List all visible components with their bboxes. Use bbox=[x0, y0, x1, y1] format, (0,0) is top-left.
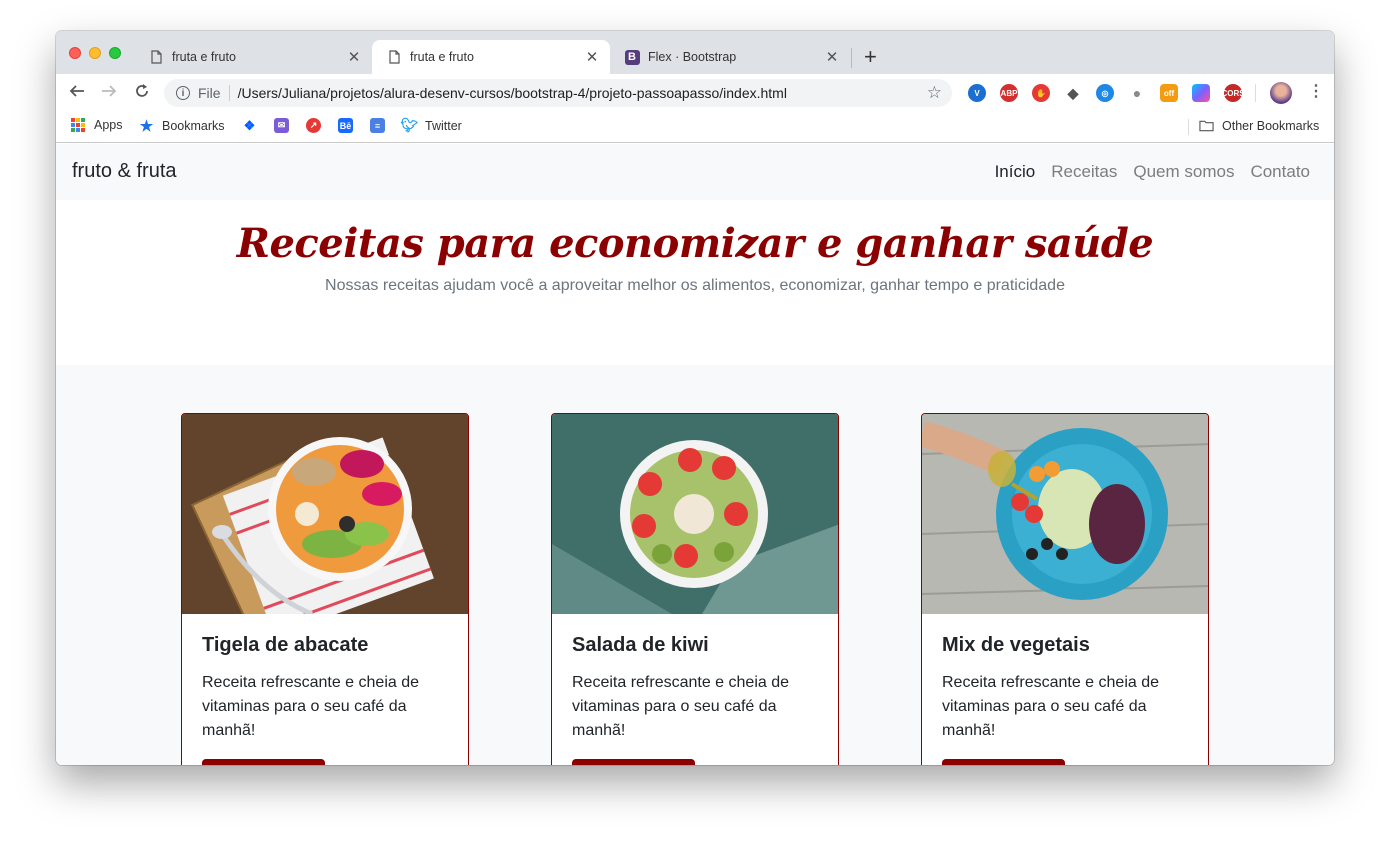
apps-grid-icon bbox=[71, 118, 85, 132]
card-button[interactable] bbox=[202, 759, 325, 765]
bookmark-label: Other Bookmarks bbox=[1222, 118, 1320, 133]
other-bookmarks[interactable]: Other Bookmarks bbox=[1199, 118, 1319, 133]
recipe-card: Tigela de abacate Receita refrescante e … bbox=[181, 413, 469, 765]
recipe-card: Mix de vegetais Receita refrescante e ch… bbox=[921, 413, 1209, 765]
bookmark-label: Twitter bbox=[425, 118, 462, 133]
off-badge-icon[interactable]: off bbox=[1160, 84, 1178, 102]
url-scheme: File bbox=[198, 85, 221, 101]
recipe-card: Salada de kiwi Receita refrescante e che… bbox=[551, 413, 839, 765]
card-title: Salada de kiwi bbox=[572, 634, 709, 656]
bookmarks-bar: Apps ★ Bookmarks ❖ ✉ ↗ Bē ≡ 🐦︎ Twitter O… bbox=[56, 111, 1334, 143]
card-text: Receita refrescante e cheia de vitaminas… bbox=[202, 674, 420, 739]
maximize-window-button[interactable] bbox=[109, 47, 121, 59]
tab-title: fruta e fruto bbox=[172, 50, 236, 64]
kiwi-bowl-photo bbox=[552, 414, 838, 614]
nav-link-quem-somos[interactable]: Quem somos bbox=[1133, 162, 1234, 182]
stop-hand-icon[interactable]: ✋ bbox=[1032, 84, 1050, 102]
url-text[interactable]: /Users/Juliana/projetos/alura-desenv-cur… bbox=[238, 85, 787, 101]
close-tab-icon[interactable]: ✕ bbox=[346, 48, 362, 66]
address-bar[interactable]: i File /Users/Juliana/projetos/alura-des… bbox=[164, 79, 952, 107]
bookmark-chart[interactable]: ↗ bbox=[306, 118, 329, 133]
star-icon: ★ bbox=[139, 117, 154, 135]
gradient-square-icon[interactable] bbox=[1192, 84, 1210, 102]
docs-icon: ≡ bbox=[370, 118, 385, 133]
behance-icon: Bē bbox=[338, 118, 353, 133]
tab-title: Flex · Bootstrap bbox=[648, 50, 737, 64]
bootstrap-icon: B bbox=[624, 49, 640, 65]
close-tab-icon[interactable]: ✕ bbox=[824, 48, 840, 66]
nav-link-receitas[interactable]: Receitas bbox=[1051, 162, 1117, 182]
tab-2[interactable]: fruta e fruto ✕ bbox=[372, 40, 610, 74]
tab-title: fruta e fruto bbox=[410, 50, 474, 64]
mail-icon: ✉ bbox=[274, 118, 289, 133]
close-window-button[interactable] bbox=[69, 47, 81, 59]
document-icon bbox=[148, 49, 164, 65]
speech-bubble-icon[interactable]: ● bbox=[1128, 84, 1146, 102]
folder-icon bbox=[1199, 118, 1214, 133]
bookmark-mail[interactable]: ✉ bbox=[274, 118, 297, 133]
cors-icon[interactable]: CORS bbox=[1221, 84, 1245, 102]
bookmark-twitter[interactable]: 🐦︎ Twitter bbox=[400, 117, 462, 133]
bookmarks-divider bbox=[1188, 119, 1189, 135]
card-text: Receita refrescante e cheia de vitaminas… bbox=[572, 674, 790, 739]
hero-title: Receitas para economizar e ganhar saúde bbox=[236, 220, 1154, 267]
nav-link-contato[interactable]: Contato bbox=[1250, 162, 1310, 182]
extension-blue-icon[interactable]: ◎ bbox=[1096, 84, 1114, 102]
reload-icon[interactable] bbox=[133, 82, 151, 104]
web-page: fruto & fruta Início Receitas Quem somos… bbox=[56, 144, 1334, 765]
new-tab-button[interactable]: + bbox=[864, 45, 877, 69]
site-navbar: fruto & fruta Início Receitas Quem somos… bbox=[56, 144, 1334, 200]
profile-avatar[interactable] bbox=[1270, 82, 1292, 104]
nav-link-inicio[interactable]: Início bbox=[995, 162, 1036, 182]
tab-separator bbox=[851, 48, 852, 68]
url-divider bbox=[228, 85, 230, 101]
tab-strip: fruta e fruto ✕ fruta e fruto ✕ B Flex ·… bbox=[56, 31, 1334, 74]
close-tab-icon[interactable]: ✕ bbox=[584, 48, 600, 66]
card-title: Mix de vegetais bbox=[942, 634, 1090, 656]
tab-3[interactable]: B Flex · Bootstrap ✕ bbox=[610, 40, 850, 74]
back-arrow-icon[interactable] bbox=[68, 82, 86, 104]
bookmark-docs[interactable]: ≡ bbox=[370, 118, 393, 133]
browser-toolbar: i File /Users/Juliana/projetos/alura-des… bbox=[56, 74, 1334, 111]
twitter-icon: 🐦︎ bbox=[400, 117, 419, 133]
chart-icon: ↗ bbox=[306, 118, 321, 133]
hero-section: Receitas para economizar e ganhar saúde … bbox=[56, 200, 1334, 365]
minimize-window-button[interactable] bbox=[89, 47, 101, 59]
bookmark-label: Bookmarks bbox=[162, 118, 225, 133]
site-nav: Início Receitas Quem somos Contato bbox=[995, 162, 1310, 182]
bookmark-bookmarks[interactable]: ★ Bookmarks bbox=[139, 117, 225, 135]
dropbox-icon: ❖ bbox=[243, 117, 256, 133]
browser-window: fruta e fruto ✕ fruta e fruto ✕ B Flex ·… bbox=[56, 31, 1334, 765]
tab-1[interactable]: fruta e fruto ✕ bbox=[134, 40, 372, 74]
bookmark-star-icon[interactable]: ☆ bbox=[927, 83, 942, 103]
hero-subtitle: Nossas receitas ajudam você a aproveitar… bbox=[325, 277, 1065, 294]
cards-section: Tigela de abacate Receita refrescante e … bbox=[56, 365, 1334, 765]
vimium-icon[interactable]: V bbox=[968, 84, 986, 102]
card-text: Receita refrescante e cheia de vitaminas… bbox=[942, 674, 1160, 739]
toolbar-divider bbox=[1255, 84, 1256, 102]
card-button[interactable] bbox=[942, 759, 1065, 765]
info-icon[interactable]: i bbox=[176, 86, 190, 100]
avocado-bowl-photo bbox=[182, 414, 468, 614]
bookmark-behance[interactable]: Bē bbox=[338, 118, 361, 133]
pocket-icon[interactable]: ◆ bbox=[1064, 84, 1082, 102]
card-title: Tigela de abacate bbox=[202, 634, 369, 656]
card-button[interactable] bbox=[572, 759, 695, 765]
site-brand[interactable]: fruto & fruta bbox=[72, 160, 177, 183]
document-icon bbox=[386, 49, 402, 65]
forward-arrow-icon[interactable] bbox=[100, 82, 118, 104]
adblock-icon[interactable]: ABP bbox=[1000, 84, 1018, 102]
vegetable-plate-photo bbox=[922, 414, 1208, 614]
bookmark-dropbox[interactable]: ❖ bbox=[242, 118, 265, 133]
bookmark-label: Apps bbox=[94, 118, 123, 132]
bookmark-apps[interactable]: Apps bbox=[71, 118, 123, 132]
menu-kebab-icon[interactable]: ⋮ bbox=[1308, 82, 1324, 102]
